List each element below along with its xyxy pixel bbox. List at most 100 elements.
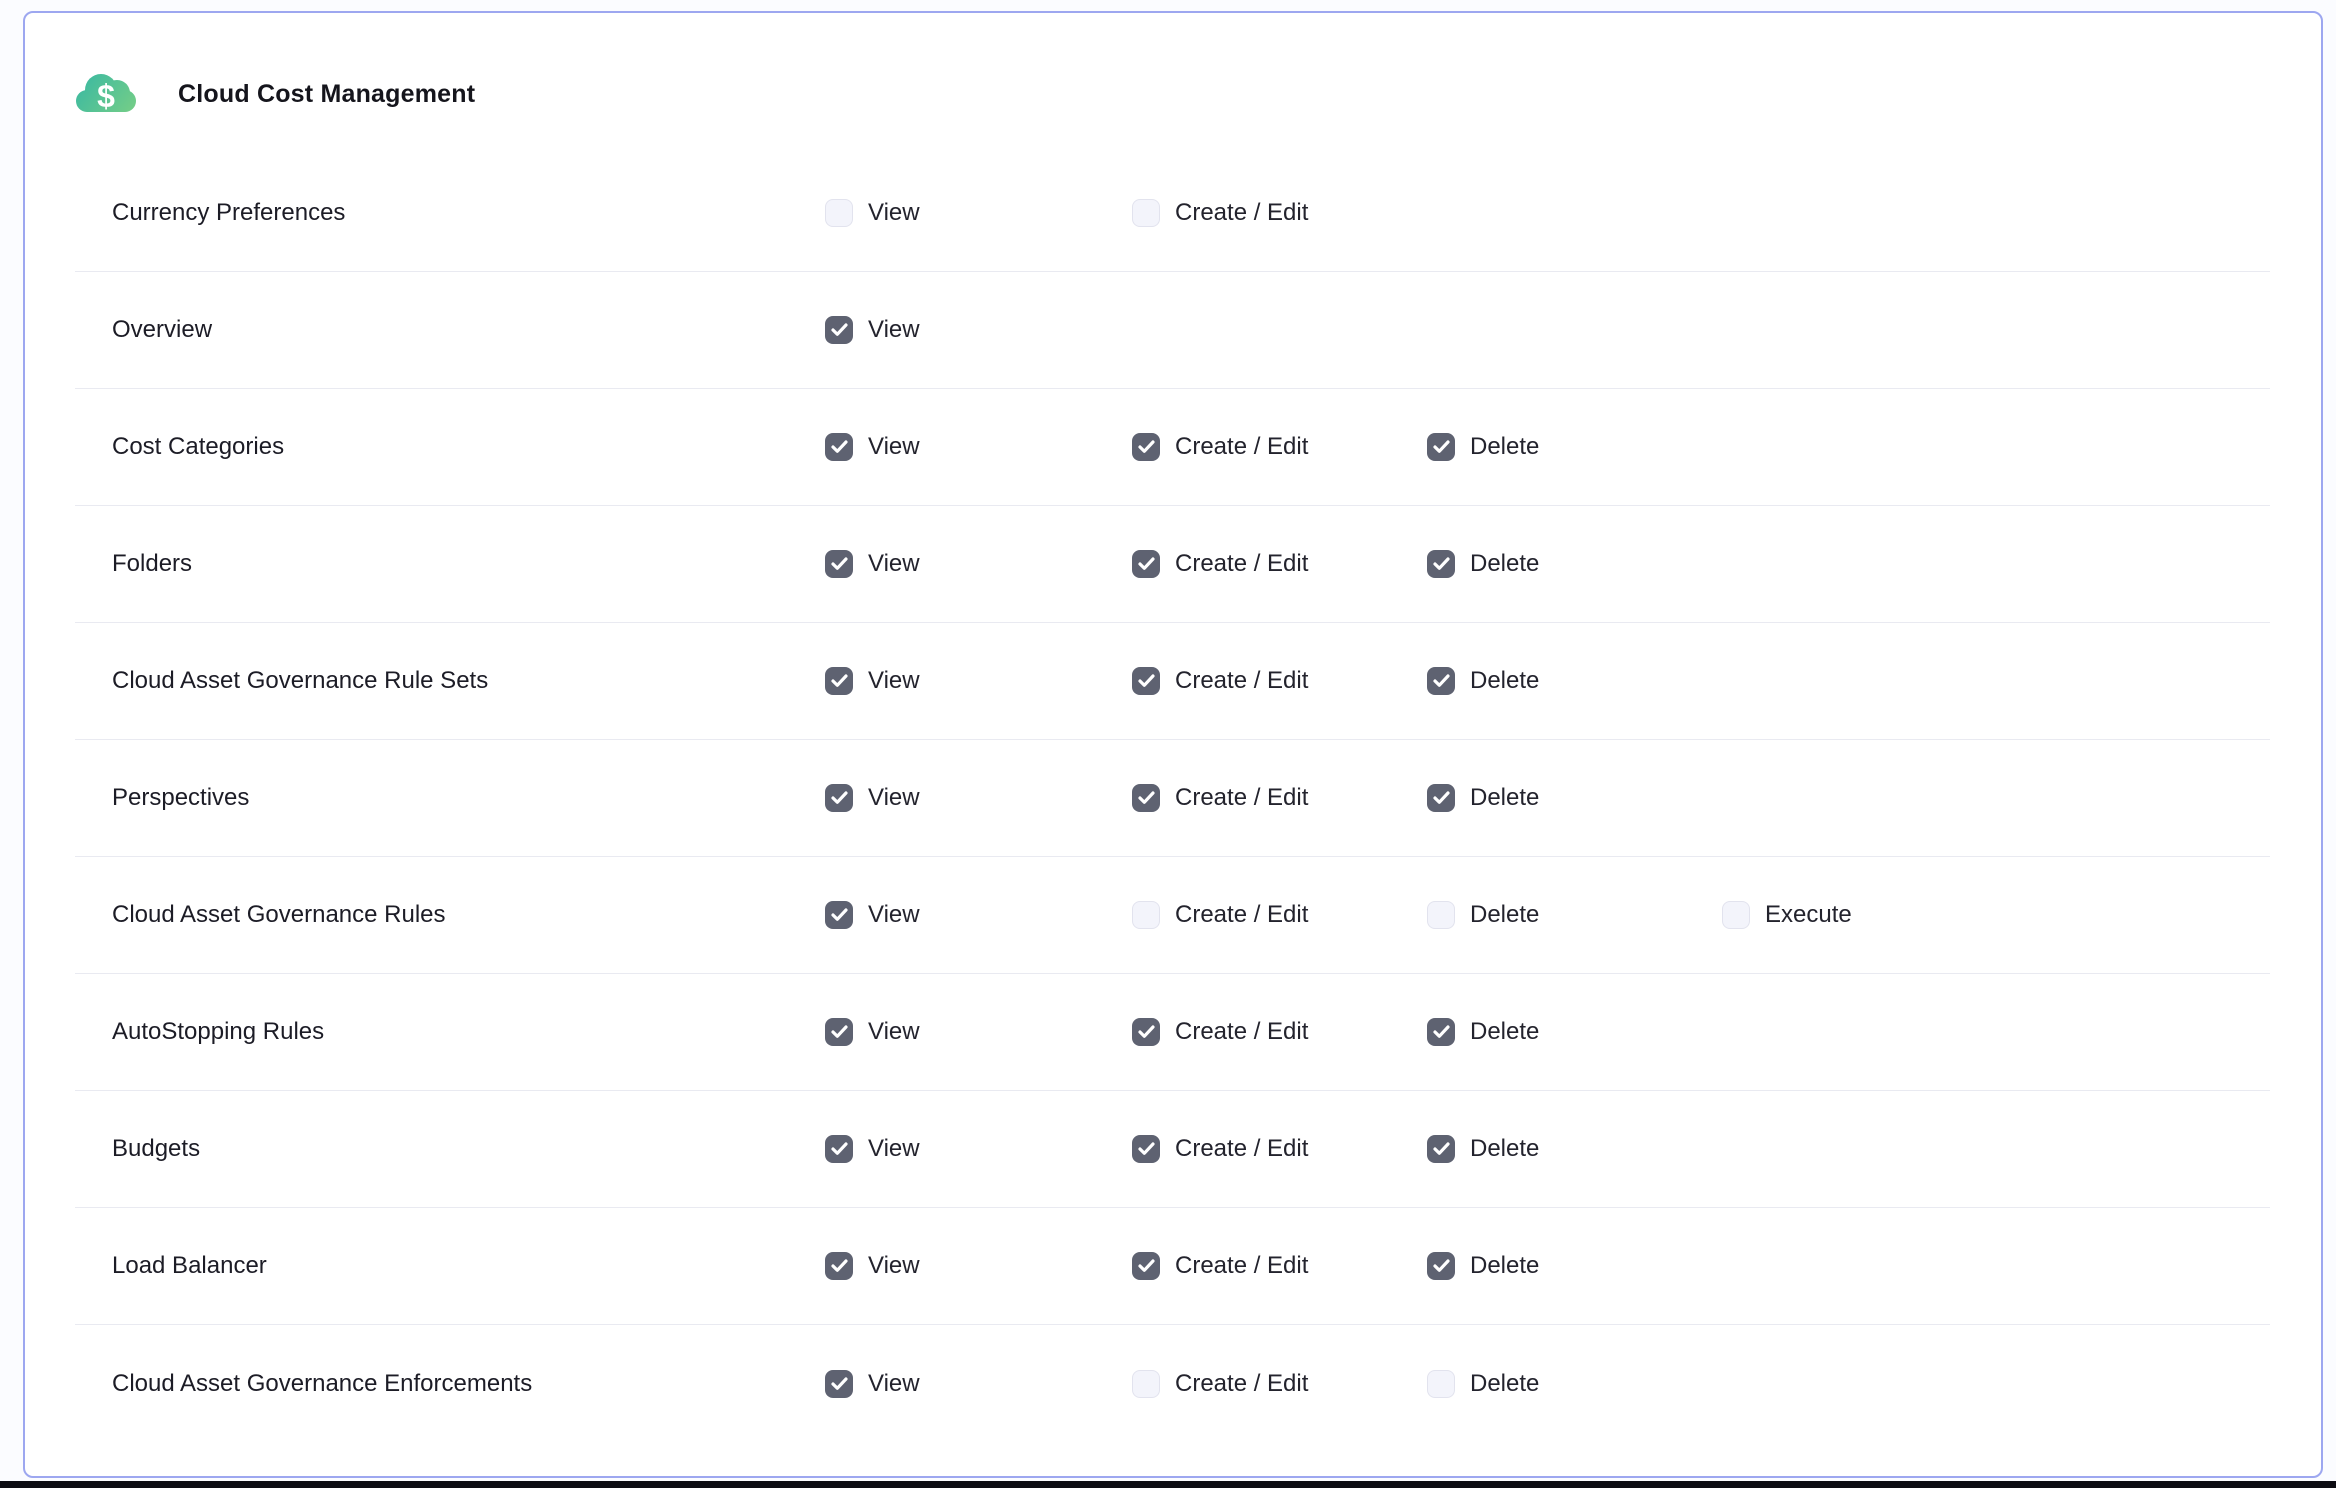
view-checkbox[interactable]	[825, 784, 853, 812]
permission-view[interactable]: View	[825, 667, 1132, 695]
delete-checkbox[interactable]	[1427, 667, 1455, 695]
view-checkbox-label: View	[868, 1135, 920, 1163]
check-icon	[1433, 1259, 1450, 1273]
check-icon	[831, 674, 848, 688]
permission-view[interactable]: View	[825, 433, 1132, 461]
delete-checkbox[interactable]	[1427, 433, 1455, 461]
create-edit-checkbox[interactable]	[1132, 1135, 1160, 1163]
execute-checkbox[interactable]	[1722, 901, 1750, 929]
view-checkbox[interactable]	[825, 550, 853, 578]
permission-delete[interactable]: Delete	[1427, 667, 1722, 695]
permission-create-edit[interactable]: Create / Edit	[1132, 1018, 1427, 1046]
delete-checkbox[interactable]	[1427, 1252, 1455, 1280]
permission-row: Load Balancer View Create / Edit Delete	[75, 1208, 2270, 1325]
create-edit-checkbox-label: Create / Edit	[1175, 433, 1308, 461]
permission-view[interactable]: View	[825, 1370, 1132, 1398]
delete-checkbox-label: Delete	[1470, 1135, 1539, 1163]
view-checkbox[interactable]	[825, 433, 853, 461]
permission-view[interactable]: View	[825, 550, 1132, 578]
permission-view[interactable]: View	[825, 901, 1132, 929]
delete-checkbox[interactable]	[1427, 784, 1455, 812]
permission-create-edit[interactable]: Create / Edit	[1132, 667, 1427, 695]
resource-label: Cloud Asset Governance Enforcements	[75, 1370, 825, 1398]
resource-label: Cost Categories	[75, 433, 825, 461]
check-icon	[831, 791, 848, 805]
view-checkbox-label: View	[868, 550, 920, 578]
resource-label: Folders	[75, 550, 825, 578]
delete-checkbox[interactable]	[1427, 550, 1455, 578]
permissions-card: $ Cloud Cost Management Currency Prefere…	[23, 11, 2323, 1478]
permission-create-edit[interactable]: Create / Edit	[1132, 1252, 1427, 1280]
create-edit-checkbox[interactable]	[1132, 1370, 1160, 1398]
permission-row: Currency Preferences View Create / Edit	[75, 155, 2270, 272]
resource-label: Load Balancer	[75, 1252, 825, 1280]
delete-checkbox-label: Delete	[1470, 550, 1539, 578]
permission-view[interactable]: View	[825, 199, 1132, 227]
permission-create-edit[interactable]: Create / Edit	[1132, 1135, 1427, 1163]
create-edit-checkbox-label: Create / Edit	[1175, 550, 1308, 578]
permission-delete[interactable]: Delete	[1427, 784, 1722, 812]
delete-checkbox[interactable]	[1427, 1370, 1455, 1398]
resource-label: Currency Preferences	[75, 199, 825, 227]
permission-create-edit[interactable]: Create / Edit	[1132, 433, 1427, 461]
view-checkbox[interactable]	[825, 1370, 853, 1398]
create-edit-checkbox[interactable]	[1132, 550, 1160, 578]
check-icon	[1433, 440, 1450, 454]
delete-checkbox-label: Delete	[1470, 1252, 1539, 1280]
view-checkbox[interactable]	[825, 1018, 853, 1046]
create-edit-checkbox[interactable]	[1132, 433, 1160, 461]
create-edit-checkbox[interactable]	[1132, 667, 1160, 695]
create-edit-checkbox[interactable]	[1132, 199, 1160, 227]
check-icon	[831, 323, 848, 337]
permission-create-edit[interactable]: Create / Edit	[1132, 199, 1427, 227]
resource-label: Cloud Asset Governance Rules	[75, 901, 825, 929]
create-edit-checkbox[interactable]	[1132, 784, 1160, 812]
permission-delete[interactable]: Delete	[1427, 550, 1722, 578]
permission-delete[interactable]: Delete	[1427, 433, 1722, 461]
permission-view[interactable]: View	[825, 784, 1132, 812]
permission-create-edit[interactable]: Create / Edit	[1132, 550, 1427, 578]
view-checkbox-label: View	[868, 199, 920, 227]
check-icon	[1138, 1025, 1155, 1039]
permission-delete[interactable]: Delete	[1427, 1370, 1722, 1398]
permission-create-edit[interactable]: Create / Edit	[1132, 901, 1427, 929]
permission-delete[interactable]: Delete	[1427, 901, 1722, 929]
resource-label: Cloud Asset Governance Rule Sets	[75, 667, 825, 695]
check-icon	[1138, 557, 1155, 571]
view-checkbox-label: View	[868, 901, 920, 929]
permission-view[interactable]: View	[825, 316, 1132, 344]
permission-delete[interactable]: Delete	[1427, 1018, 1722, 1046]
permission-delete[interactable]: Delete	[1427, 1135, 1722, 1163]
check-icon	[831, 440, 848, 454]
view-checkbox[interactable]	[825, 901, 853, 929]
permission-view[interactable]: View	[825, 1018, 1132, 1046]
permission-execute[interactable]: Execute	[1722, 901, 2270, 929]
check-icon	[831, 908, 848, 922]
check-icon	[831, 1377, 848, 1391]
check-icon	[1138, 674, 1155, 688]
view-checkbox-label: View	[868, 667, 920, 695]
create-edit-checkbox[interactable]	[1132, 1018, 1160, 1046]
view-checkbox[interactable]	[825, 199, 853, 227]
permission-view[interactable]: View	[825, 1135, 1132, 1163]
permission-create-edit[interactable]: Create / Edit	[1132, 784, 1427, 812]
view-checkbox-label: View	[868, 1370, 920, 1398]
delete-checkbox[interactable]	[1427, 1135, 1455, 1163]
permission-row: Budgets ViewCreate / EditDelete	[75, 1091, 2270, 1208]
check-icon	[1138, 791, 1155, 805]
resource-label: AutoStopping Rules	[75, 1018, 825, 1046]
create-edit-checkbox[interactable]	[1132, 901, 1160, 929]
permission-delete[interactable]: Delete	[1427, 1252, 1722, 1280]
view-checkbox[interactable]	[825, 1252, 853, 1280]
permission-create-edit[interactable]: Create / Edit	[1132, 1370, 1427, 1398]
create-edit-checkbox-label: Create / Edit	[1175, 199, 1308, 227]
view-checkbox[interactable]	[825, 1135, 853, 1163]
create-edit-checkbox[interactable]	[1132, 1252, 1160, 1280]
delete-checkbox[interactable]	[1427, 901, 1455, 929]
view-checkbox[interactable]	[825, 667, 853, 695]
permission-view[interactable]: View	[825, 1252, 1132, 1280]
delete-checkbox[interactable]	[1427, 1018, 1455, 1046]
view-checkbox[interactable]	[825, 316, 853, 344]
delete-checkbox-label: Delete	[1470, 784, 1539, 812]
create-edit-checkbox-label: Create / Edit	[1175, 1252, 1308, 1280]
